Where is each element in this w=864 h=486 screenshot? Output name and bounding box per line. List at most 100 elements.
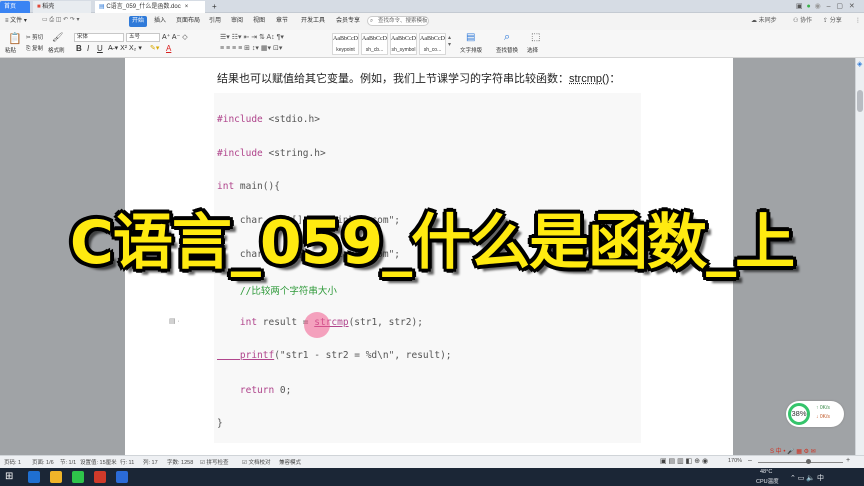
compat-mode: 兼容模式	[279, 460, 302, 466]
text-layout-button[interactable]: 文字排版	[460, 46, 482, 54]
select-button[interactable]: 选择	[527, 46, 538, 54]
cloud-icon: ☁	[751, 18, 759, 24]
paste-button[interactable]: 粘贴	[5, 46, 16, 54]
share-button[interactable]: ⇪ 分享	[820, 16, 845, 27]
copy-button[interactable]: ⎘ 复制	[26, 44, 43, 53]
video-title-overlay: C语言_059_什么是函数_上	[69, 208, 795, 278]
collab-button[interactable]: ⚇ 协作	[790, 16, 815, 27]
tab-document[interactable]: ▤ C语言_059_什么是函数.doc ×	[95, 1, 205, 13]
status-bar: 页码: 1 页面: 1/6 节: 1/1 设置值: 15厘米 行: 11 列: …	[0, 449, 864, 468]
font-family-select[interactable]: 宋体	[74, 33, 124, 42]
status-pages[interactable]: 页面: 1/6	[32, 458, 54, 466]
menu-start[interactable]: 开始	[129, 16, 148, 27]
code-line-comment: //比较两个字符串大小	[217, 286, 337, 297]
sync-status[interactable]: ☁ 未同步	[748, 16, 780, 27]
layout-icon[interactable]: ▣	[796, 3, 803, 10]
nav-pin-icon[interactable]: ◈	[857, 60, 862, 68]
zoom-in-icon[interactable]: +	[846, 457, 850, 464]
status-section: 节: 1/1	[60, 460, 77, 466]
menu-file[interactable]: ≡ 文件 ▾	[2, 16, 30, 27]
people-icon: ⚇	[793, 18, 801, 24]
taskbar: ⊞ 48°C CPU温度 ⌃ ▭ 🔈 中	[0, 468, 864, 486]
close-icon[interactable]: ×	[185, 4, 189, 10]
new-tab-button[interactable]: +	[208, 1, 221, 13]
status-page[interactable]: 页码: 1	[4, 458, 21, 466]
style-name: sh_symbol	[391, 47, 416, 53]
brush-icon[interactable]: 🖌	[52, 32, 63, 43]
strikethrough-icons[interactable]: A̶ ▾ X² X₂ ▾	[108, 44, 142, 52]
view-mode-icons[interactable]: ▣ ▤ ▥ ◧ ⊕ ◉	[660, 457, 708, 465]
font-color-button[interactable]: A	[166, 44, 171, 53]
paste-icon[interactable]: 📋	[8, 32, 22, 45]
browser-icon[interactable]	[28, 471, 40, 483]
code-text: 0;	[274, 385, 292, 396]
code-line-include-stdio: #include <stdio.h>	[217, 114, 320, 125]
zoom-slider-handle[interactable]	[806, 459, 811, 464]
tab-bar: 首页 ■ 稻壳 ▤ C语言_059_什么是函数.doc × + ▣ ● ◉ – ▢…	[0, 0, 864, 13]
style-preview: AaBbCcDd	[420, 36, 445, 42]
app-icon[interactable]	[94, 471, 106, 483]
style-keypoint[interactable]: AaBbCcDd keypoint	[332, 33, 359, 55]
menu-layout[interactable]: 页面布局	[173, 16, 203, 27]
style-sh-symbol[interactable]: AaBbCcDd sh_symbol	[390, 33, 417, 55]
maximize-icon[interactable]: ▢	[836, 3, 843, 10]
bold-button[interactable]: B	[76, 44, 82, 53]
align-icons[interactable]: ≡ ≡ ≡ ≡ ⊞ ↕▾ ▦▾ ⊡▾	[220, 44, 282, 52]
tab-home[interactable]: 首页	[0, 1, 30, 13]
menu-insert[interactable]: 插入	[151, 16, 169, 27]
menu-references[interactable]: 引用	[206, 16, 224, 27]
code-header: <stdio.h>	[262, 114, 320, 125]
menu-sections[interactable]: 章节	[273, 16, 291, 27]
highlight-icon[interactable]: ✎▾	[150, 44, 159, 52]
find-replace-button[interactable]: 查找替换	[496, 46, 518, 54]
zoom-out-icon[interactable]: –	[748, 457, 752, 464]
minimize-icon[interactable]: –	[827, 3, 831, 10]
list-icons[interactable]: ☰▾ ☷▾ ⇤ ⇥ ⇅ A↕ ¶▾	[220, 33, 284, 41]
menu-member[interactable]: 会员专享	[333, 16, 363, 27]
doc-proofread[interactable]: ☑ 文档校对	[242, 458, 270, 466]
cut-button[interactable]: ✂ 剪切	[26, 33, 43, 41]
ribbon: 📋 粘贴 ✂ 剪切 ⎘ 复制 🖌 格式刷 宋体 五号 A⁺ A⁻ ◇ B I U…	[0, 30, 864, 58]
paragraph-handle-icon[interactable]: ▤ ·	[169, 317, 180, 325]
start-icon[interactable]: ⊞	[5, 471, 17, 483]
text-layout-icon[interactable]: ▤	[466, 32, 475, 43]
network-speed-widget[interactable]: 38% ↑ 0K/s ↓ 0K/s	[786, 401, 844, 427]
close-window-icon[interactable]: ✕	[849, 3, 855, 10]
skin-icon[interactable]: ●	[807, 3, 811, 10]
styles-scroll-icon[interactable]: ▴ ▾	[448, 34, 451, 48]
tray-icons[interactable]: ⌃ ▭ 🔈 中	[790, 473, 824, 483]
zoom-level[interactable]: 170%	[728, 458, 742, 464]
code-text: (str1, str2);	[348, 317, 423, 328]
zoom-slider[interactable]	[758, 462, 843, 463]
style-sh-cb[interactable]: AaBbCcDd sh_cb...	[361, 33, 388, 55]
avatar[interactable]: ◉	[815, 3, 821, 10]
upload-speed: ↑ 0K/s	[816, 405, 830, 411]
scrollbar-thumb[interactable]	[857, 90, 863, 112]
menu-review[interactable]: 审阅	[228, 16, 246, 27]
style-sh-co[interactable]: AaBbCcDd sh_co...	[419, 33, 446, 55]
download-speed-value: 0K/s	[819, 414, 830, 420]
ime-toolbar-icons[interactable]: S 中 • 🎤 ▦ ⚙ ✉	[770, 446, 816, 455]
select-icon[interactable]: ⬚	[531, 32, 540, 43]
more-icon[interactable]: ⋮	[852, 16, 864, 27]
wps-icon[interactable]	[116, 471, 128, 483]
code-function: printf	[217, 350, 275, 361]
menu-developer[interactable]: 开发工具	[298, 16, 328, 27]
quick-access-icons[interactable]: ▭ ⎙ ◫ ↶ ↷ ▾	[42, 16, 80, 24]
underline-button[interactable]: U	[97, 44, 103, 53]
wechat-icon[interactable]	[72, 471, 84, 483]
intro-colon: ：	[609, 73, 621, 85]
status-words[interactable]: 字数: 1258	[167, 458, 193, 466]
explorer-icon[interactable]	[50, 471, 62, 483]
spell-check[interactable]: ☑ 拼写检查	[200, 458, 228, 466]
search-input[interactable]: ⌕ 查找命令、搜索模板	[367, 16, 429, 26]
tab-docer[interactable]: ■ 稻壳	[33, 1, 91, 13]
format-painter-button[interactable]: 格式刷	[48, 46, 65, 54]
font-grow-shrink[interactable]: A⁺ A⁻ ◇	[162, 33, 188, 41]
find-icon[interactable]: ⌕	[504, 31, 510, 44]
italic-button[interactable]: I	[87, 44, 89, 53]
font-size-select[interactable]: 五号	[126, 33, 160, 42]
menu-view[interactable]: 视图	[250, 16, 268, 27]
share-icon: ⇪	[823, 18, 830, 24]
window-controls: ▣ ● ◉ – ▢ ✕	[796, 2, 855, 10]
